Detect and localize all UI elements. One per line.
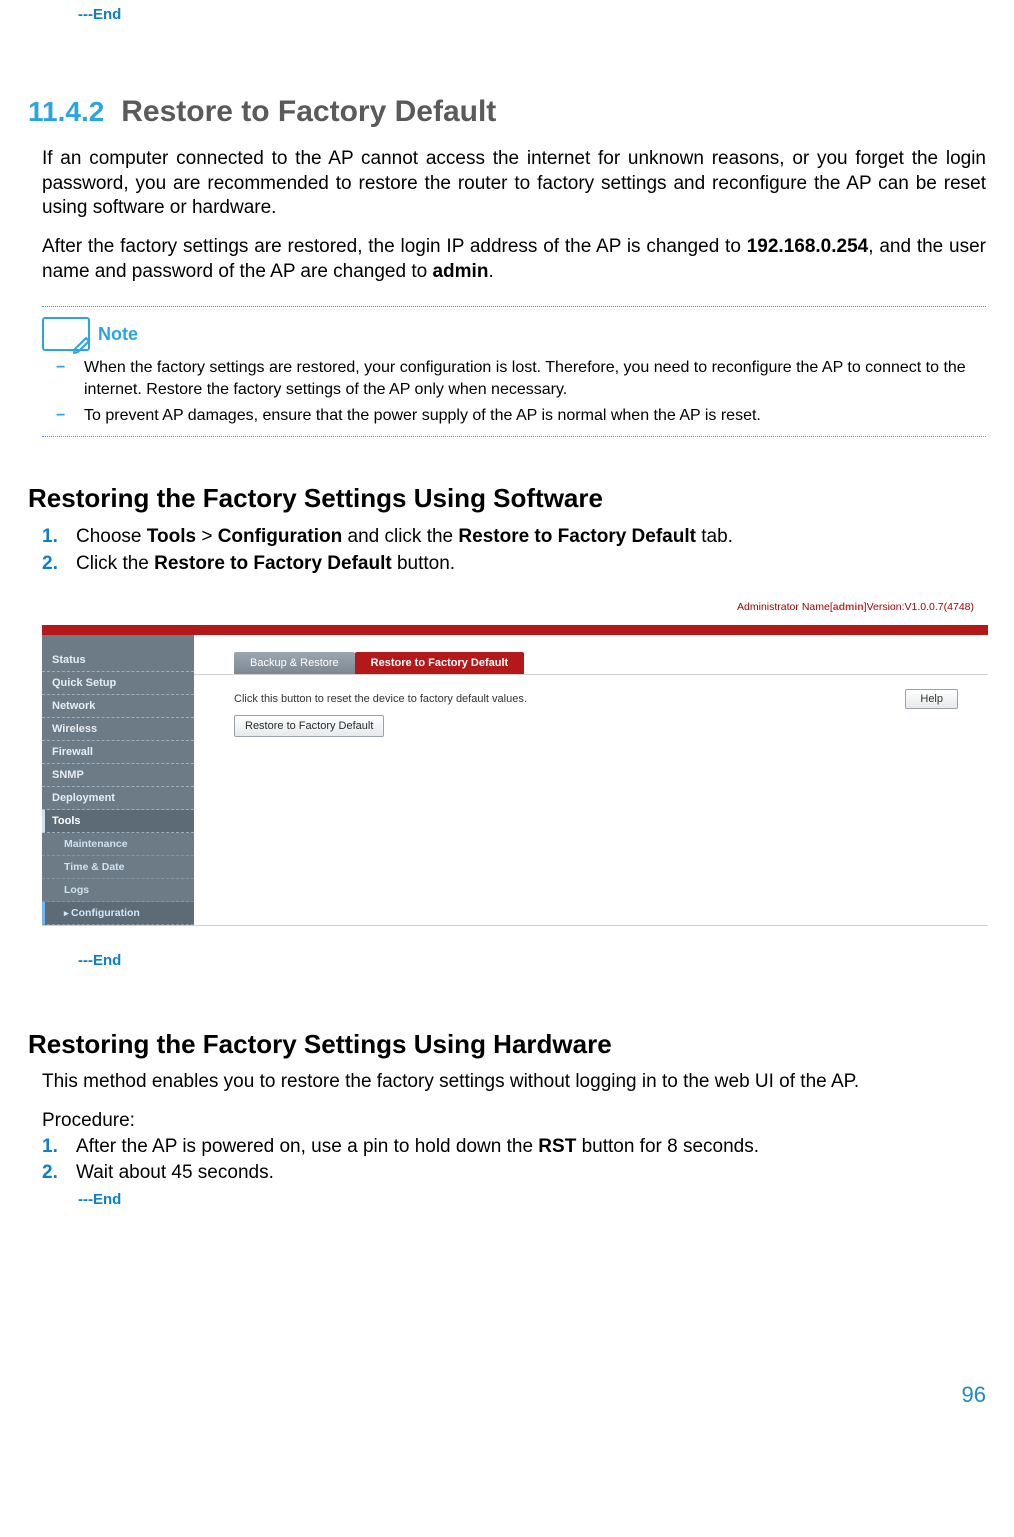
menu-configuration: Configuration <box>218 526 343 547</box>
end-marker-hardware: ---End <box>78 1191 986 1208</box>
note-text: When the factory settings are restored, … <box>84 357 986 400</box>
end-marker-top: ---End <box>78 6 986 23</box>
router-separator <box>42 625 988 635</box>
text: button. <box>392 553 455 574</box>
step-number: 1. <box>42 1134 76 1161</box>
sidebar-subitem-logs[interactable]: Logs <box>42 879 194 902</box>
text: and click the <box>342 526 458 547</box>
section-heading: 11.4.2 Restore to Factory Default <box>28 95 986 129</box>
router-tabs: Backup & Restore Restore to Factory Defa… <box>194 635 988 675</box>
text: Click the <box>76 553 154 574</box>
text: button for 8 seconds. <box>576 1136 759 1157</box>
step: 1. Choose Tools > Configuration and clic… <box>42 524 986 551</box>
step-number: 1. <box>42 524 76 551</box>
sidebar-item-network[interactable]: Network <box>42 695 194 718</box>
step-text: Choose Tools > Configuration and click t… <box>76 524 733 551</box>
intro-paragraph-2: After the factory settings are restored,… <box>42 235 986 284</box>
text: Choose <box>76 526 147 547</box>
router-header: Administrator Name[admin]Version:V1.0.0.… <box>42 591 988 625</box>
note-text: To prevent AP damages, ensure that the p… <box>84 405 761 427</box>
step-number: 2. <box>42 551 76 578</box>
sidebar-item-snmp[interactable]: SNMP <box>42 764 194 787</box>
sidebar-subitem-maintenance[interactable]: Maintenance <box>42 833 194 856</box>
router-panel: Help Click this button to reset the devi… <box>194 675 988 873</box>
sidebar-item-status[interactable]: Status <box>42 649 194 672</box>
text: After the AP is powered on, use a pin to… <box>76 1136 538 1157</box>
step: 2. Wait about 45 seconds. <box>42 1160 986 1187</box>
step-number: 2. <box>42 1160 76 1187</box>
software-steps: 1. Choose Tools > Configuration and clic… <box>42 524 986 577</box>
note-item: −When the factory settings are restored,… <box>56 357 986 400</box>
section-title: Restore to Factory Default <box>121 95 496 128</box>
hardware-steps: 1. After the AP is powered on, use a pin… <box>42 1134 986 1187</box>
panel-description: Click this button to reset the device to… <box>234 693 958 705</box>
rst-button-name: RST <box>538 1136 576 1157</box>
router-sidebar: Status Quick Setup Network Wireless Fire… <box>42 635 194 925</box>
text: > <box>196 526 218 547</box>
sidebar-item-deployment[interactable]: Deployment <box>42 787 194 810</box>
procedure-label: Procedure: <box>42 1109 986 1134</box>
section-number: 11.4.2 <box>28 96 104 127</box>
step-text: Click the Restore to Factory Default but… <box>76 551 455 578</box>
tab-name: Restore to Factory Default <box>458 526 696 547</box>
sidebar-item-quick-setup[interactable]: Quick Setup <box>42 672 194 695</box>
router-body: Status Quick Setup Network Wireless Fire… <box>42 635 988 925</box>
text: tab. <box>696 526 733 547</box>
admin-label: Administrator Name[ <box>737 601 833 613</box>
sidebar-subitem-time-date[interactable]: Time & Date <box>42 856 194 879</box>
subheading-hardware: Restoring the Factory Settings Using Har… <box>28 1029 986 1060</box>
divider <box>42 306 986 307</box>
note-label: Note <box>98 324 138 345</box>
step: 2. Click the Restore to Factory Default … <box>42 551 986 578</box>
default-credentials: admin <box>432 261 488 282</box>
step-text: After the AP is powered on, use a pin to… <box>76 1134 759 1161</box>
text: . <box>488 261 493 282</box>
sidebar-subitem-configuration[interactable]: Configuration <box>42 902 194 925</box>
button-name: Restore to Factory Default <box>154 553 392 574</box>
sidebar-item-firewall[interactable]: Firewall <box>42 741 194 764</box>
step: 1. After the AP is powered on, use a pin… <box>42 1134 986 1161</box>
admin-name: admin <box>833 601 864 613</box>
menu-tools: Tools <box>147 526 196 547</box>
help-button[interactable]: Help <box>905 689 958 709</box>
step-text: Wait about 45 seconds. <box>76 1160 274 1187</box>
end-marker-software: ---End <box>78 952 986 969</box>
dash-bullet: − <box>56 405 84 427</box>
note-icon <box>42 317 90 351</box>
intro-paragraph-1: If an computer connected to the AP canno… <box>42 147 986 221</box>
version-label: ]Version:V1.0.0.7(4748) <box>864 601 974 613</box>
router-screenshot: Administrator Name[admin]Version:V1.0.0.… <box>42 591 988 926</box>
dash-bullet: − <box>56 357 84 400</box>
note-list: −When the factory settings are restored,… <box>56 357 986 426</box>
tab-backup-restore[interactable]: Backup & Restore <box>234 652 355 674</box>
page: ---End 11.4.2 Restore to Factory Default… <box>0 6 1014 1408</box>
router-main: Backup & Restore Restore to Factory Defa… <box>194 635 988 925</box>
restore-factory-button[interactable]: Restore to Factory Default <box>234 715 384 737</box>
sidebar-item-tools[interactable]: Tools <box>42 810 194 833</box>
note-header: Note <box>42 317 986 351</box>
default-ip: 192.168.0.254 <box>747 236 869 257</box>
router-ui: Administrator Name[admin]Version:V1.0.0.… <box>42 591 988 926</box>
text: After the factory settings are restored,… <box>42 236 747 257</box>
note-item: −To prevent AP damages, ensure that the … <box>56 405 986 427</box>
subheading-software: Restoring the Factory Settings Using Sof… <box>28 483 986 514</box>
sidebar-item-wireless[interactable]: Wireless <box>42 718 194 741</box>
hardware-description: This method enables you to restore the f… <box>42 1070 986 1095</box>
divider <box>42 436 986 437</box>
tab-restore-factory[interactable]: Restore to Factory Default <box>355 652 525 674</box>
page-number: 96 <box>962 1382 986 1408</box>
note-block: Note −When the factory settings are rest… <box>42 317 986 426</box>
